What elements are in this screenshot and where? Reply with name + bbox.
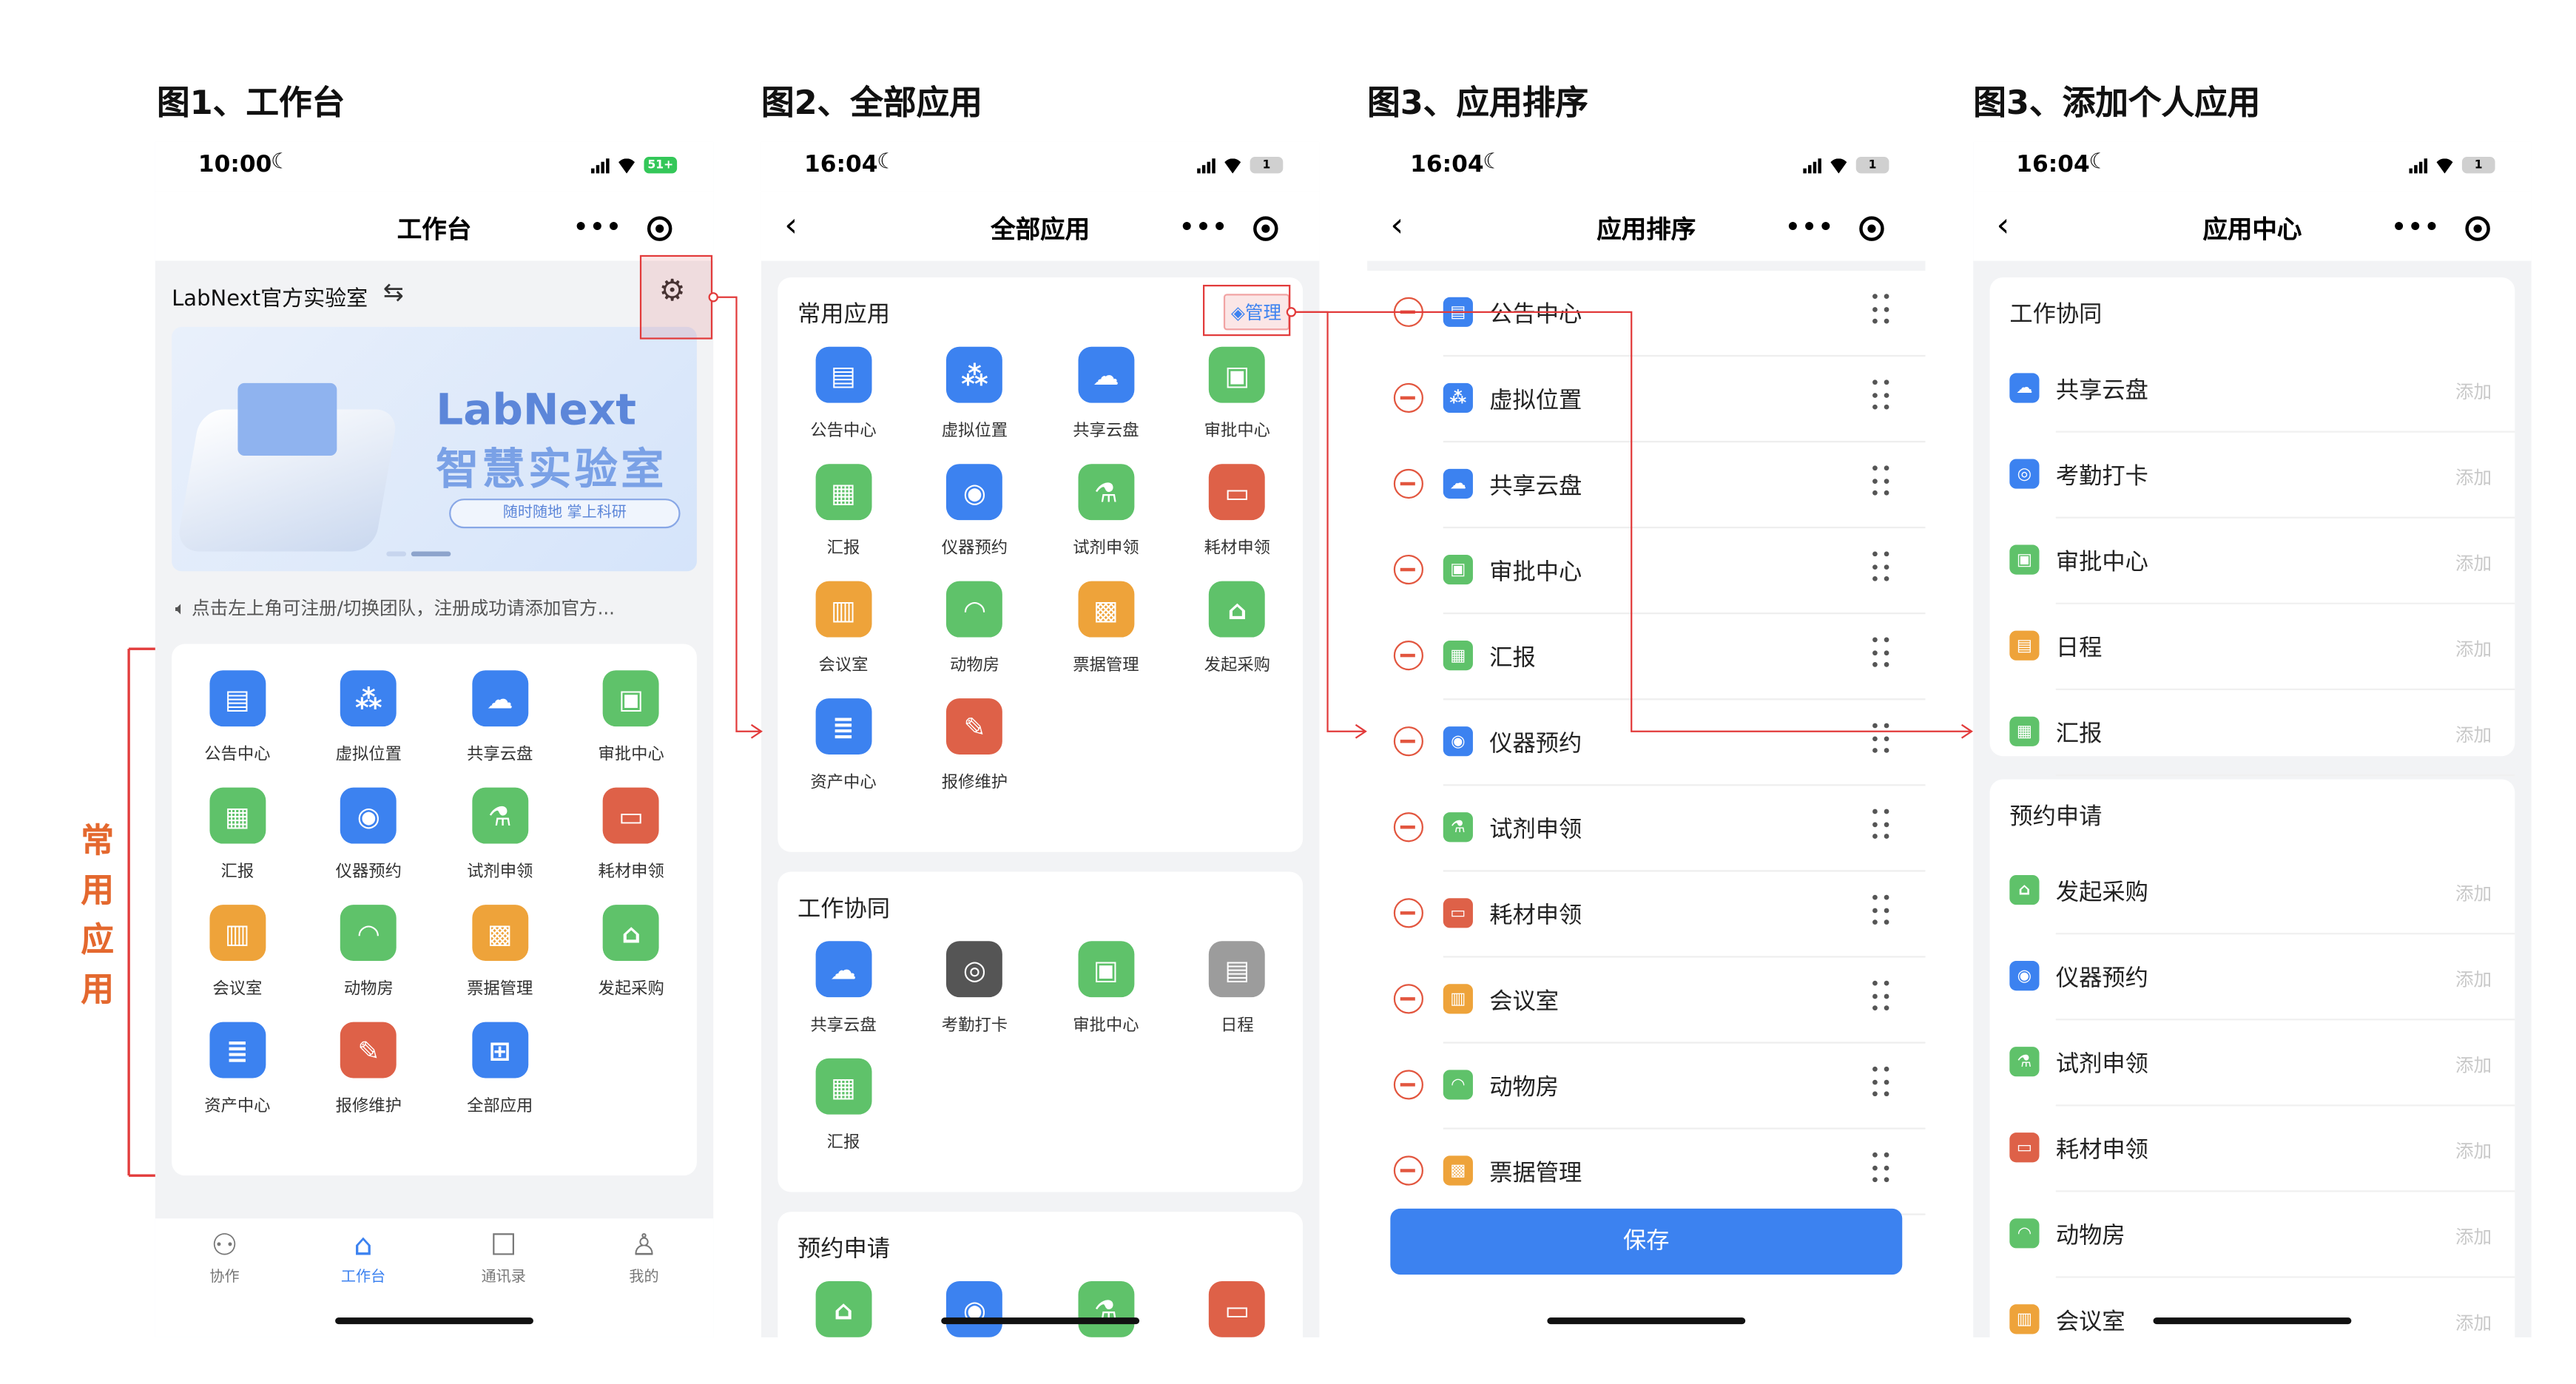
manage-highlight-box [1203,285,1291,337]
arrow-fig2-to-fig3 [1291,311,1366,732]
stage: 图1、工作台 图2、全部应用 图3、应用排序 图3、添加个人应用 10:00 ☾ … [0,0,2576,1384]
arrow-fig2-to-fig4 [1291,311,1972,732]
gear-highlight-box [639,254,713,340]
connector-dot [1286,307,1297,317]
common-apps-bracket [127,647,155,1177]
annotation-layer [127,254,1974,1177]
arrow-fig1-to-fig2 [713,296,760,732]
connector-dot [708,292,718,303]
